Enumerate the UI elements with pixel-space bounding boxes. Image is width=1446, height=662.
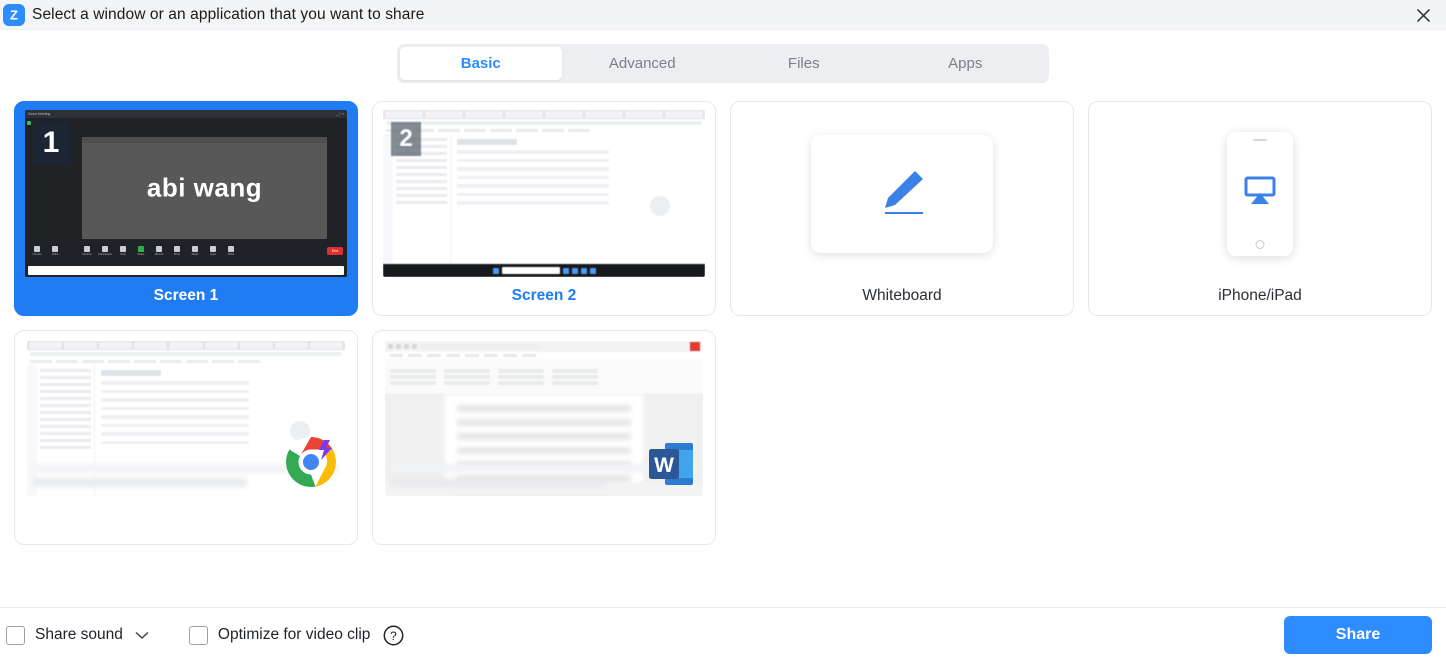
word-window-label — [373, 506, 715, 544]
share-button[interactable]: Share — [1284, 616, 1432, 654]
word-icon: W — [647, 440, 695, 488]
share-source-grid: Zoom Meeting _ □ × 1 abi wang Unmute Vide… — [0, 83, 1446, 545]
share-source-whiteboard[interactable]: Whiteboard — [730, 101, 1074, 316]
pen-icon — [871, 163, 933, 224]
whiteboard-thumbnail — [741, 110, 1063, 277]
tab-basic[interactable]: Basic — [400, 47, 562, 80]
screen-2-thumbnail: 2 — [383, 110, 705, 277]
share-sound-label: Share sound — [35, 626, 123, 643]
iphone-ipad-label: iPhone/iPad — [1218, 287, 1302, 304]
screen-1-thumbnail: Zoom Meeting _ □ × 1 abi wang Unmute Vide… — [25, 110, 347, 277]
zoom-logo-icon: Z — [3, 3, 25, 26]
share-source-screen-1[interactable]: Zoom Meeting _ □ × 1 abi wang Unmute Vide… — [14, 101, 358, 316]
tab-apps[interactable]: Apps — [885, 47, 1047, 80]
airplay-icon — [1243, 176, 1277, 211]
tab-advanced-label: Advanced — [608, 55, 676, 72]
tab-basic-label: Basic — [460, 55, 501, 72]
chrome-window-label — [15, 506, 357, 544]
tab-apps-label: Apps — [948, 55, 983, 72]
chevron-down-icon[interactable] — [135, 631, 149, 640]
word-window-thumbnail: W — [385, 341, 703, 496]
screen-2-badge: 2 — [391, 122, 421, 156]
footer-bar: Share sound Optimize for video clip ? Sh… — [0, 607, 1446, 662]
optimize-video-checkbox[interactable] — [188, 625, 208, 645]
tab-files-label: Files — [787, 55, 820, 72]
share-sound-row: Share sound — [6, 625, 149, 645]
optimize-video-row: Optimize for video clip ? — [188, 625, 404, 646]
close-icon[interactable] — [1400, 0, 1446, 30]
tab-files[interactable]: Files — [723, 47, 885, 80]
share-source-screen-2[interactable]: 2 Screen 2 — [372, 101, 716, 316]
screen-2-label: Screen 2 — [511, 287, 577, 304]
chrome-icon — [285, 436, 337, 488]
svg-text:Z: Z — [10, 7, 18, 22]
svg-text:?: ? — [391, 629, 398, 643]
tab-bar: Basic Advanced Files Apps — [0, 30, 1446, 83]
titlebar: Z Select a window or an application that… — [0, 0, 1446, 30]
share-source-iphone-ipad[interactable]: iPhone/iPad — [1088, 101, 1432, 316]
share-source-window-word[interactable]: W — [372, 330, 716, 545]
share-source-window-chrome[interactable] — [14, 330, 358, 545]
help-circle-icon[interactable]: ? — [383, 625, 404, 646]
screen-1-preview-text: abi wang — [146, 172, 263, 203]
iphone-ipad-thumbnail — [1099, 110, 1421, 277]
whiteboard-label: Whiteboard — [862, 287, 942, 304]
dialog-title: Select a window or an application that y… — [32, 5, 425, 23]
chrome-window-thumbnail — [27, 341, 345, 496]
svg-text:W: W — [654, 454, 674, 477]
optimize-video-label: Optimize for video clip — [217, 626, 371, 643]
share-sound-checkbox[interactable] — [6, 625, 25, 645]
screen-1-label: Screen 1 — [153, 287, 219, 304]
tab-advanced[interactable]: Advanced — [562, 47, 724, 80]
screen-1-badge: 1 — [33, 122, 69, 164]
